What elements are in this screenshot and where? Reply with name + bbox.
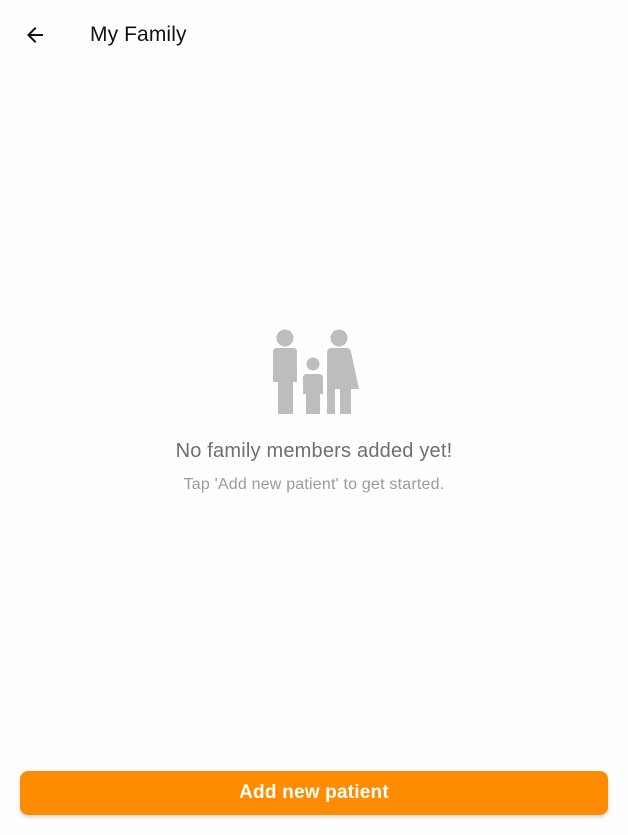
app-bar: My Family	[0, 0, 628, 70]
add-new-patient-label: Add new patient	[239, 782, 389, 803]
arrow-back-icon	[27, 27, 43, 43]
family-icon	[273, 329, 359, 414]
empty-state-subtitle: Tap 'Add new patient' to get started.	[183, 476, 445, 493]
back-button[interactable]	[14, 14, 56, 56]
my-family-screen: My Family No family members added yet! T…	[0, 0, 628, 835]
empty-state: No family members added yet! Tap 'Add ne…	[0, 326, 628, 495]
page-title: My Family	[90, 23, 187, 46]
empty-state-title: No family members added yet!	[175, 440, 453, 462]
add-new-patient-button[interactable]: Add new patient	[20, 771, 608, 815]
